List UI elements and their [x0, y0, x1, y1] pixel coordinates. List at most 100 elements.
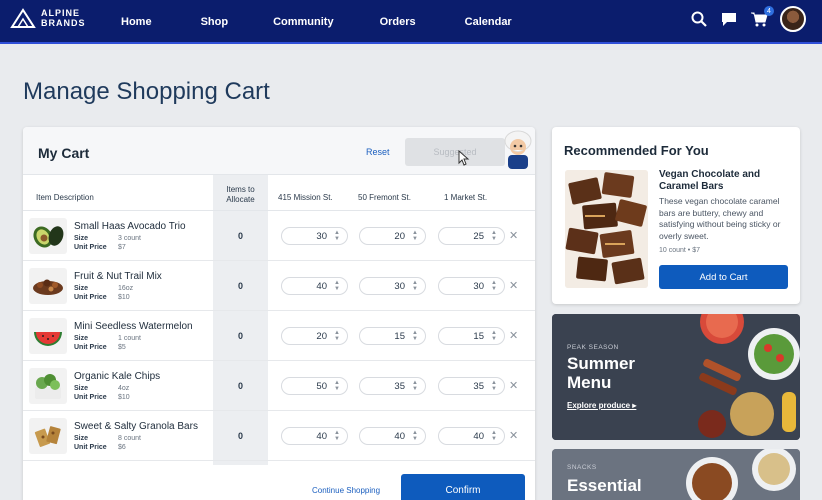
- col-alloc-line1: Items to: [226, 185, 255, 194]
- quantity-stepper[interactable]: 15 ▲ ▼: [438, 327, 505, 345]
- chocolate-bars-image[interactable]: [565, 170, 648, 288]
- promo-headline-line1: Essential: [567, 476, 642, 495]
- item-name: Mini Seedless Watermelon: [74, 321, 193, 332]
- quantity-stepper[interactable]: 40 ▲ ▼: [438, 427, 505, 445]
- unit-price-label: Unit Price: [74, 294, 107, 301]
- spinner-arrows-icon[interactable]: ▲ ▼: [334, 380, 340, 392]
- item-name: Sweet & Salty Granola Bars: [74, 421, 198, 432]
- quantity-stepper[interactable]: 35 ▲ ▼: [438, 377, 505, 395]
- promo-eyebrow: PEAK SEASON: [567, 344, 619, 351]
- col-items-to-allocate: Items to Allocate: [213, 185, 268, 205]
- quantity-value: 15: [394, 331, 405, 342]
- cart-icon[interactable]: 4: [750, 6, 774, 28]
- remove-item-icon[interactable]: ✕: [509, 279, 518, 292]
- mouse-pointer-icon: [458, 150, 470, 166]
- quantity-stepper[interactable]: 25 ▲ ▼: [438, 227, 505, 245]
- nav-link-calendar[interactable]: Calendar: [465, 16, 512, 28]
- quantity-stepper[interactable]: 40 ▲ ▼: [281, 427, 348, 445]
- size-value: 16oz: [118, 285, 134, 292]
- nav-link-community[interactable]: Community: [273, 16, 334, 28]
- quantity-stepper[interactable]: 30 ▲ ▼: [359, 277, 426, 295]
- recommended-product-name[interactable]: Vegan Chocolate and Caramel Bars: [659, 169, 789, 193]
- suggested-button[interactable]: Suggested: [405, 138, 505, 166]
- table-row: Fruit & Nut Trail Mix Size 16oz Unit Pri…: [23, 261, 535, 311]
- quantity-value: 40: [473, 431, 484, 442]
- unit-price-label: Unit Price: [74, 244, 107, 251]
- quantity-value: 40: [394, 431, 405, 442]
- quantity-stepper[interactable]: 20 ▲ ▼: [359, 227, 426, 245]
- kale-chips-thumbnail: [29, 368, 67, 404]
- spinner-arrows-icon[interactable]: ▲ ▼: [412, 380, 418, 392]
- avatar[interactable]: [780, 6, 806, 32]
- quantity-stepper[interactable]: 35 ▲ ▼: [359, 377, 426, 395]
- nav-link-home[interactable]: Home: [121, 16, 152, 28]
- quantity-stepper[interactable]: 30 ▲ ▼: [281, 227, 348, 245]
- quantity-value: 15: [473, 331, 484, 342]
- spinner-arrows-icon[interactable]: ▲ ▼: [412, 430, 418, 442]
- size-value: 4oz: [118, 385, 130, 392]
- unit-price-value: $10: [118, 394, 130, 401]
- spinner-arrows-icon[interactable]: ▲ ▼: [334, 430, 340, 442]
- summer-menu-promo[interactable]: PEAK SEASON Summer Menu Explore produce …: [552, 314, 800, 440]
- add-to-cart-button[interactable]: Add to Cart: [659, 265, 788, 289]
- continue-shopping-link[interactable]: Continue Shopping: [312, 486, 380, 495]
- einstein-mascot-icon: [504, 130, 532, 169]
- spinner-arrows-icon[interactable]: ▲ ▼: [334, 230, 340, 242]
- unit-price-value: $6: [118, 444, 126, 451]
- watermelon-thumbnail: [29, 318, 67, 354]
- remove-item-icon[interactable]: ✕: [509, 229, 518, 242]
- quantity-stepper[interactable]: 30 ▲ ▼: [438, 277, 505, 295]
- nav-link-shop[interactable]: Shop: [201, 16, 229, 28]
- spinner-arrows-icon[interactable]: ▲ ▼: [334, 330, 340, 342]
- quantity-value: 35: [473, 381, 484, 392]
- spinner-arrows-icon[interactable]: ▲ ▼: [412, 330, 418, 342]
- spinner-arrows-icon[interactable]: ▲ ▼: [491, 380, 497, 392]
- item-name: Fruit & Nut Trail Mix: [74, 271, 162, 282]
- reset-link[interactable]: Reset: [366, 147, 390, 157]
- promo-eyebrow: SNACKS: [567, 464, 597, 471]
- recommended-description: These vegan chocolate caramel bars are b…: [659, 196, 781, 241]
- top-nav: ALPINE BRANDS Home Shop Community Orders…: [0, 0, 822, 44]
- quantity-stepper[interactable]: 15 ▲ ▼: [359, 327, 426, 345]
- cart-title: My Cart: [38, 145, 90, 161]
- quantity-value: 20: [316, 331, 327, 342]
- page-title: Manage Shopping Cart: [23, 78, 270, 105]
- spinner-arrows-icon[interactable]: ▲ ▼: [491, 430, 497, 442]
- table-row: Organic Kale Chips Size 4oz Unit Price $…: [23, 361, 535, 411]
- spinner-arrows-icon[interactable]: ▲ ▼: [412, 280, 418, 292]
- quantity-value: 40: [316, 281, 327, 292]
- brand-logo[interactable]: ALPINE BRANDS: [10, 7, 86, 29]
- col-location-2: 50 Fremont St.: [358, 193, 411, 202]
- spinner-arrows-icon[interactable]: ▲ ▼: [334, 280, 340, 292]
- chat-icon[interactable]: [720, 10, 738, 28]
- items-to-allocate-value: 0: [237, 431, 243, 441]
- size-label: Size: [74, 385, 89, 392]
- spinner-arrows-icon[interactable]: ▲ ▼: [491, 330, 497, 342]
- unit-price-label: Unit Price: [74, 394, 107, 401]
- size-value: 1 count: [118, 335, 141, 342]
- remove-item-icon[interactable]: ✕: [509, 329, 518, 342]
- quantity-stepper[interactable]: 20 ▲ ▼: [281, 327, 348, 345]
- spinner-arrows-icon[interactable]: ▲ ▼: [491, 280, 497, 292]
- item-name: Small Haas Avocado Trio: [74, 221, 186, 232]
- quantity-value: 25: [473, 231, 484, 242]
- unit-price-value: $5: [118, 344, 126, 351]
- quantity-stepper[interactable]: 50 ▲ ▼: [281, 377, 348, 395]
- spinner-arrows-icon[interactable]: ▲ ▼: [412, 230, 418, 242]
- quantity-value: 30: [394, 281, 405, 292]
- search-icon[interactable]: [690, 10, 708, 28]
- size-label: Size: [74, 235, 89, 242]
- items-to-allocate-value: 0: [237, 231, 243, 241]
- nav-link-orders[interactable]: Orders: [380, 16, 416, 28]
- quantity-stepper[interactable]: 40 ▲ ▼: [281, 277, 348, 295]
- remove-item-icon[interactable]: ✕: [509, 379, 518, 392]
- size-label: Size: [74, 285, 89, 292]
- quantity-value: 50: [316, 381, 327, 392]
- snacks-promo[interactable]: SNACKS Essential: [552, 449, 800, 500]
- spinner-arrows-icon[interactable]: ▲ ▼: [491, 230, 497, 242]
- confirm-button[interactable]: Confirm: [401, 474, 525, 500]
- quantity-stepper[interactable]: 40 ▲ ▼: [359, 427, 426, 445]
- col-location-3: 1 Market St.: [444, 193, 488, 202]
- explore-produce-link[interactable]: Explore produce ▸: [567, 401, 636, 410]
- remove-item-icon[interactable]: ✕: [509, 429, 518, 442]
